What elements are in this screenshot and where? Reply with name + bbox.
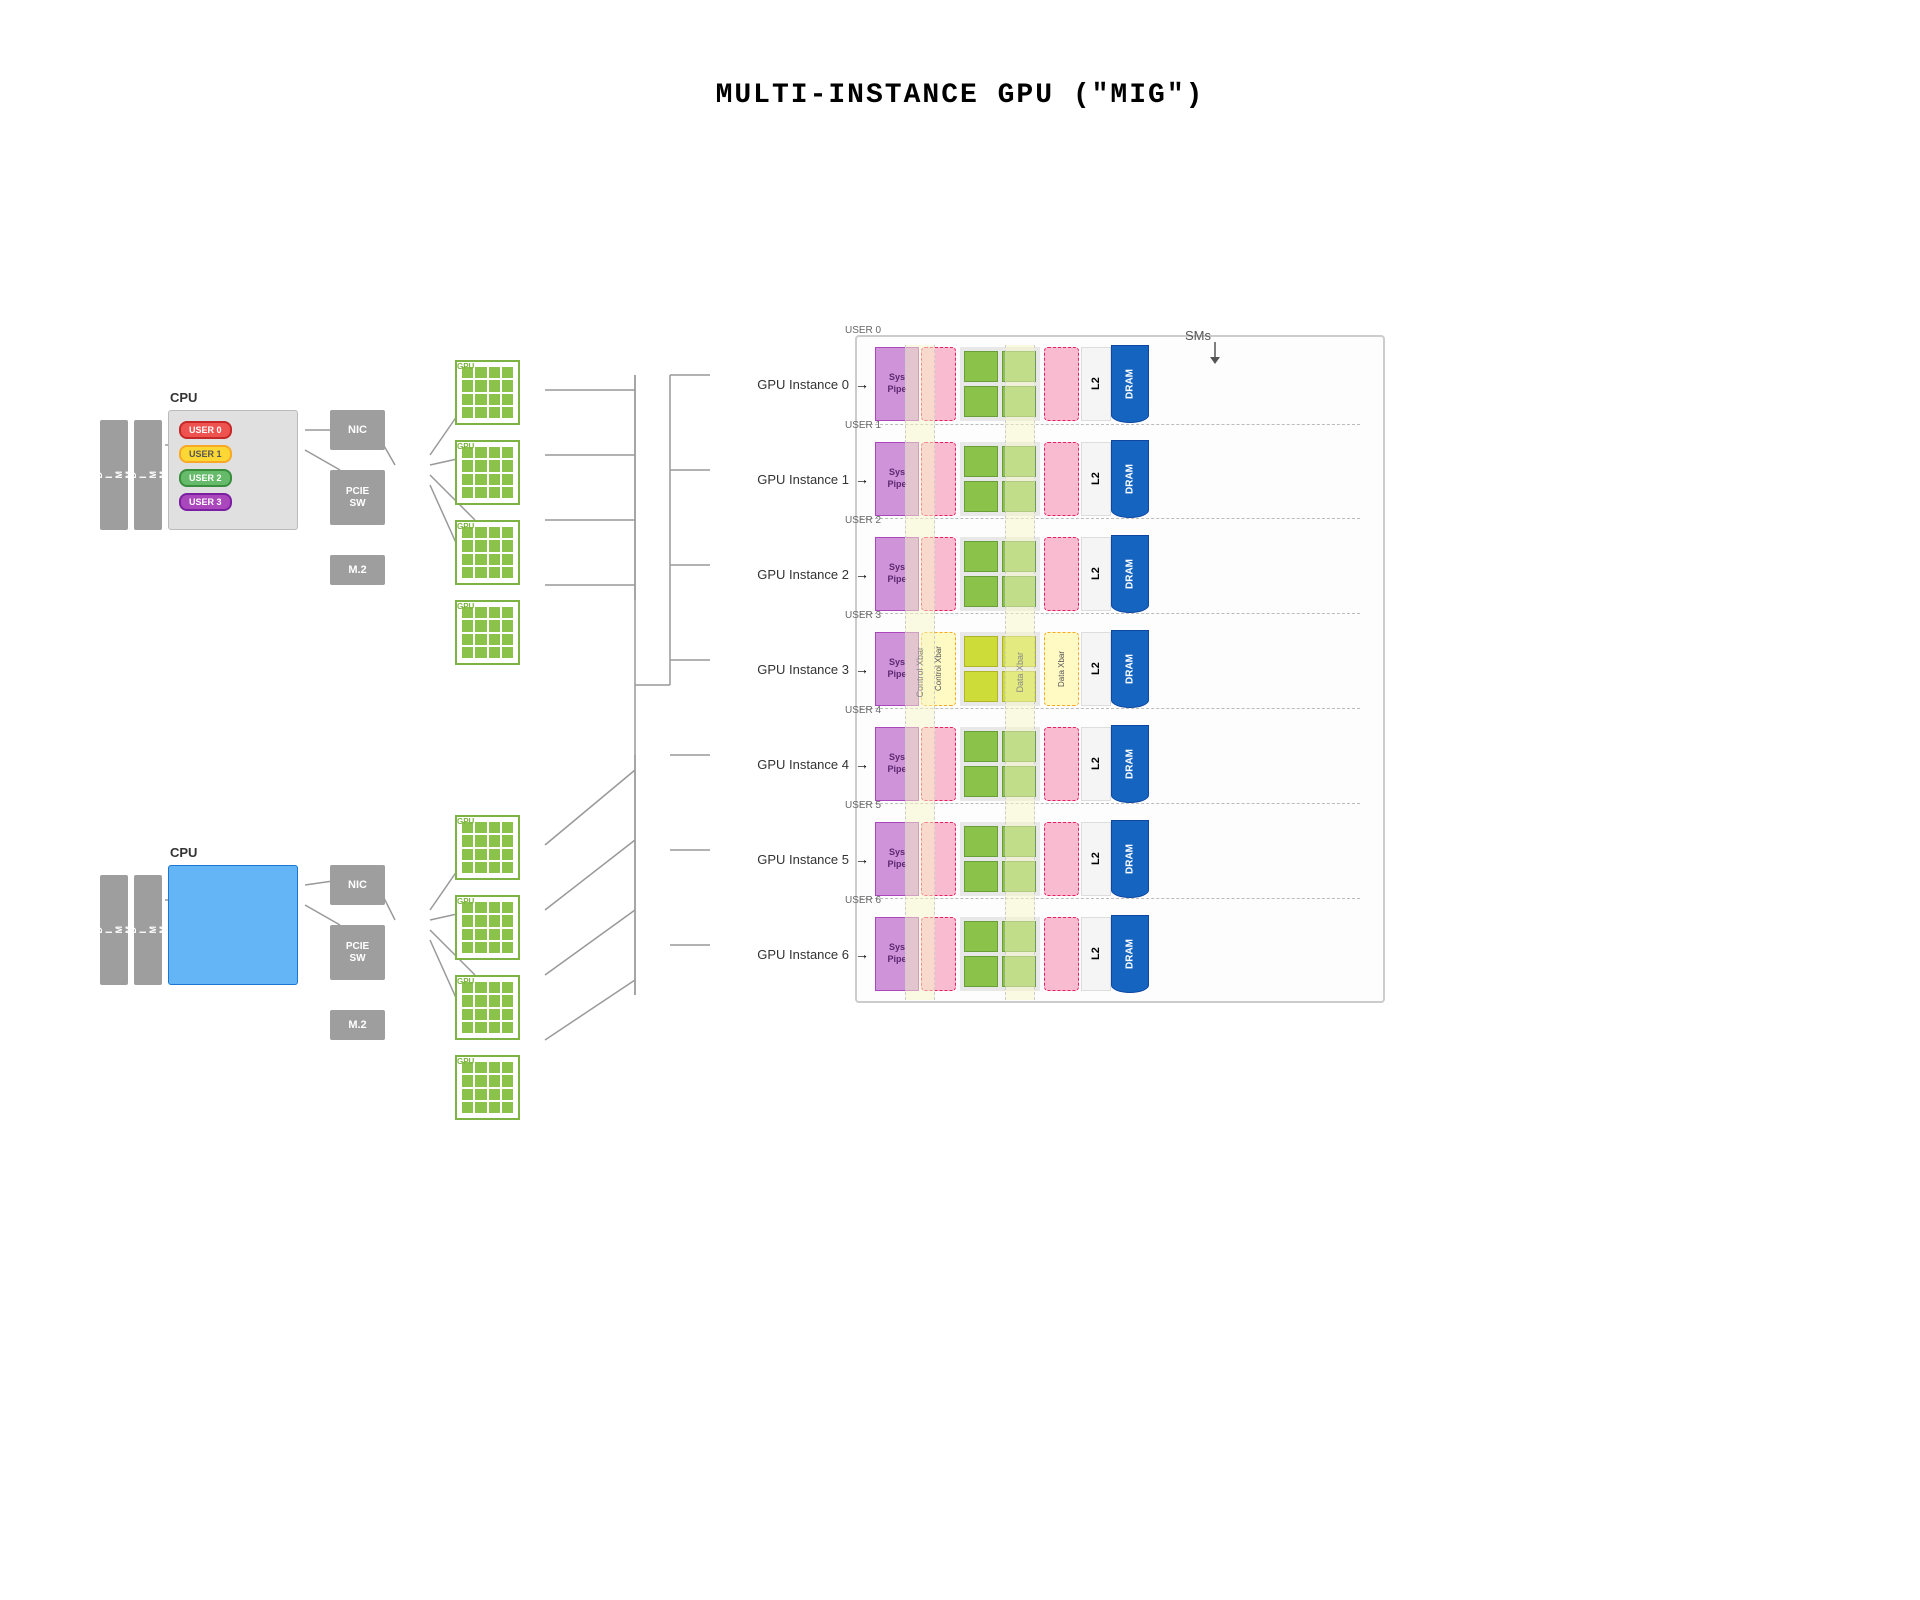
pcie-bottom: PCIESW [330, 925, 385, 980]
instance-2-label: GPU Instance 2 [710, 567, 855, 582]
dimm-1: DIMM [100, 420, 128, 530]
page-title: MULTI-INSTANCE GPU ("MIG") [0, 0, 1920, 111]
instance-1-label: GPU Instance 1 [710, 472, 855, 487]
instance-4-label: GPU Instance 4 [710, 757, 855, 772]
user0-badge: USER 0 [179, 421, 232, 439]
instance-0-label: GPU Instance 0 [710, 377, 855, 392]
user3-badge: USER 3 [179, 493, 232, 511]
sms-label: SMs [1185, 328, 1211, 343]
dram-0: DRAM [1111, 345, 1149, 423]
cpu-bottom-label: CPU [170, 845, 197, 860]
l2-0: L2 [1081, 347, 1111, 421]
cpu-top-box: USER 0 USER 1 USER 2 USER 3 [168, 410, 298, 530]
instance-6-label: GPU Instance 6 [710, 947, 855, 962]
control-xbar-shared: Control Xbar [905, 345, 935, 1000]
pcie-top: PCIESW [330, 470, 385, 525]
data-xbar-shared: Data Xbar [1005, 345, 1035, 1000]
cpu-top-label: CPU [170, 390, 197, 405]
instance-5-label: GPU Instance 5 [710, 852, 855, 867]
nic-bottom: NIC [330, 865, 385, 905]
cpu-bottom-box [168, 865, 298, 985]
user1-badge: USER 1 [179, 445, 232, 463]
user2-badge: USER 2 [179, 469, 232, 487]
m2-bottom: M.2 [330, 1010, 385, 1040]
dimm-4: DIMM [134, 875, 162, 985]
m2-top: M.2 [330, 555, 385, 585]
dimm-2: DIMM [134, 420, 162, 530]
dimm-3: DIMM [100, 875, 128, 985]
instance-3-label: GPU Instance 3 [710, 662, 855, 677]
nic-top: NIC [330, 410, 385, 450]
